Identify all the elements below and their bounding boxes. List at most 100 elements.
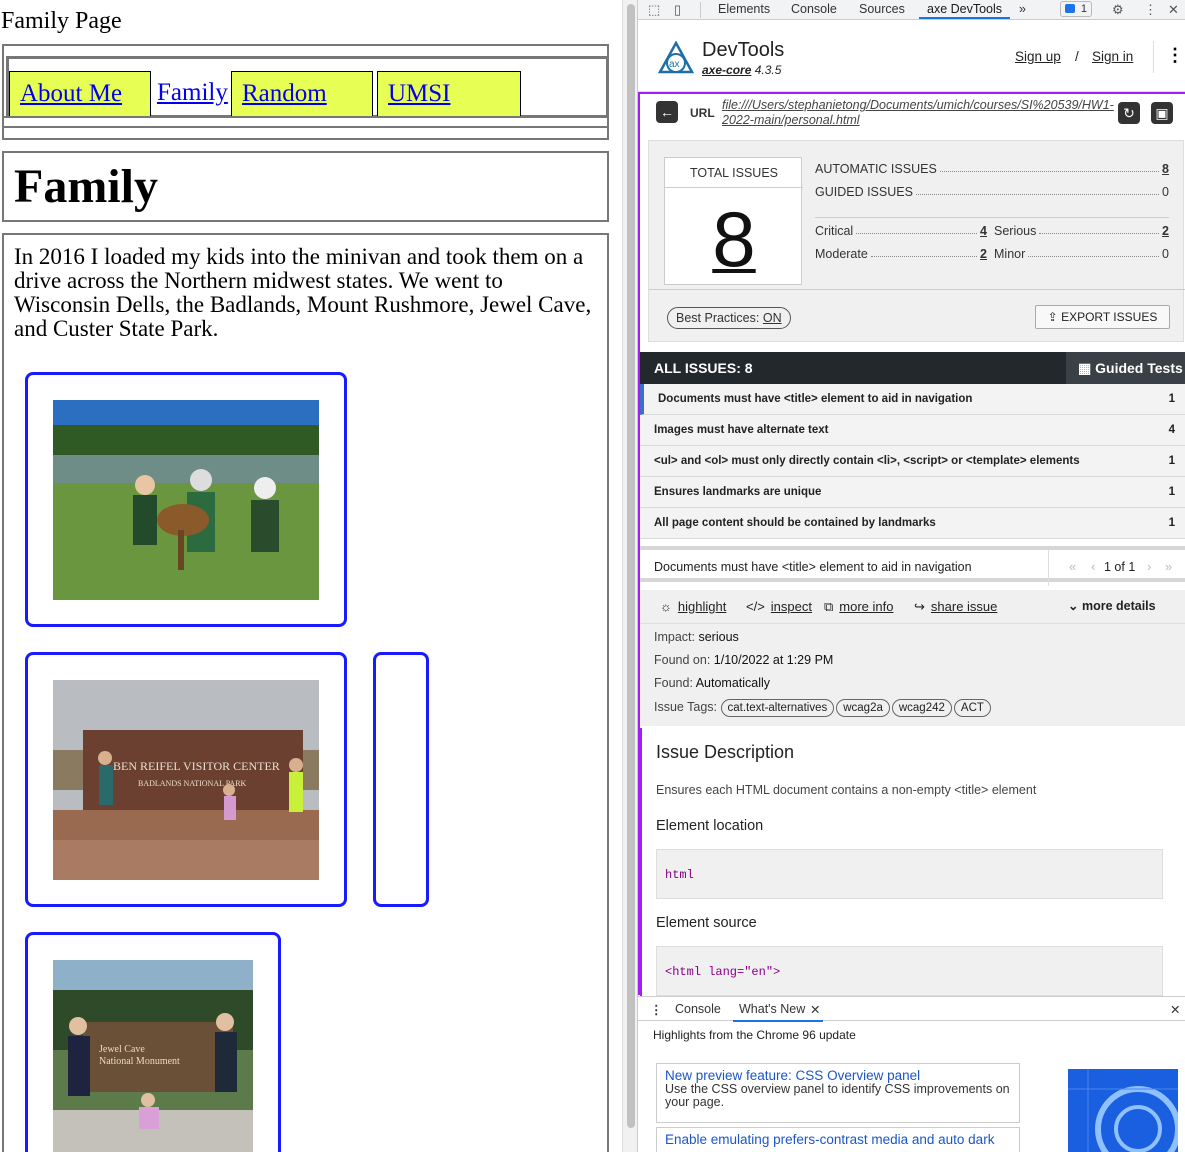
issue-count: 4 (1168, 424, 1175, 436)
nav-link-random[interactable]: Random (231, 71, 373, 117)
automatic-issues-label: AUTOMATIC ISSUES (815, 162, 937, 176)
axe-main-panel: ← URL file:///Users/stephanietong/Docume… (638, 92, 1185, 998)
issue-row[interactable]: Images must have alternate text 4 (640, 415, 1185, 446)
svg-text:ax: ax (669, 59, 680, 70)
issue-name: <ul> and <ol> must only directly contain… (654, 455, 1080, 467)
inspect-element-icon[interactable]: ⬚ (648, 2, 660, 18)
drawer-tab-whats-new[interactable]: What's New (732, 1002, 824, 1022)
tab-axe-devtools[interactable]: axe DevTools (918, 2, 1011, 19)
close-devtools-icon[interactable]: ✕ (1168, 2, 1179, 18)
prev-page-icon[interactable]: ‹ (1091, 559, 1095, 574)
svg-text:BEN REIFEL VISITOR CENTER: BEN REIFEL VISITOR CENTER (113, 759, 280, 773)
whats-new-card[interactable]: New preview feature: CSS Overview panel … (656, 1063, 1020, 1123)
svg-text:Jewel Cave: Jewel Cave (99, 1044, 145, 1055)
best-practices-toggle[interactable]: Best Practices: ON (667, 307, 791, 329)
more-info-button[interactable]: ⧉ more info (824, 599, 894, 615)
tab-console[interactable]: Console (791, 2, 837, 16)
axe-title: DevTools (702, 39, 785, 61)
scanned-url[interactable]: file:///Users/stephanietong/Documents/um… (722, 98, 1114, 128)
devtools-panel: ⬚ ▯ Elements Console Sources axe DevTool… (638, 0, 1185, 1152)
whats-new-card-desc: Use the CSS overview panel to identify C… (665, 1082, 1010, 1109)
drawer-menu-icon[interactable]: ⋮ (650, 1002, 663, 1017)
settings-gear-icon[interactable]: ⚙ (1112, 2, 1124, 18)
export-issues-label: EXPORT ISSUES (1061, 310, 1158, 324)
family-photo-lake (53, 400, 319, 600)
nav-divider (2, 116, 609, 128)
grid-icon: ▦ (1078, 360, 1092, 376)
issue-name: All page content should be contained by … (654, 517, 936, 529)
page-scrollbar[interactable] (622, 0, 638, 1152)
axe-core-link[interactable]: axe-core (702, 63, 751, 77)
issue-name: Documents must have <title> element to a… (658, 393, 973, 405)
scrollbar-thumb[interactable] (627, 4, 635, 1128)
nav-link-family[interactable]: Family (147, 71, 228, 117)
upload-icon: ⇪ (1047, 310, 1058, 324)
kebab-menu-icon[interactable]: ⋮ (1144, 2, 1157, 18)
share-issue-label: share issue (930, 599, 998, 614)
issue-count: 1 (1168, 517, 1175, 529)
issue-tags-label: Issue Tags: (654, 700, 718, 714)
serious-count[interactable]: 2 (1162, 224, 1169, 238)
found-row: Found: Automatically (654, 676, 770, 690)
critical-label: Critical (815, 224, 854, 238)
issue-row[interactable]: <ul> and <ol> must only directly contain… (640, 446, 1185, 477)
export-issues-button[interactable]: ⇪ EXPORT ISSUES (1035, 305, 1170, 329)
last-page-icon[interactable]: » (1165, 559, 1172, 574)
auth-separator: / (1075, 49, 1079, 64)
more-details-button[interactable]: ⌄ more details (1068, 598, 1156, 613)
issue-metadata: Impact: serious Found on: 1/10/2022 at 1… (640, 624, 1185, 726)
issue-detail-header: Documents must have <title> element to a… (640, 546, 1185, 586)
issue-row[interactable]: Documents must have <title> element to a… (640, 384, 1185, 415)
message-icon (1065, 4, 1075, 13)
back-arrow-icon[interactable]: ← (656, 101, 678, 123)
rescan-icon[interactable]: ↻ (1118, 102, 1140, 124)
whats-new-card[interactable]: Enable emulating prefers-contrast media … (656, 1127, 1020, 1152)
tab-sources[interactable]: Sources (859, 2, 905, 16)
site-title: Family Page (1, 8, 122, 34)
serious-row: Serious 2 (994, 224, 1169, 238)
nav-link-umsi[interactable]: UMSI (377, 71, 521, 117)
rendered-page: Family Page About Me Family Random UMSI … (0, 0, 622, 1152)
close-tab-icon[interactable]: ✕ (810, 1002, 820, 1017)
sign-up-link[interactable]: Sign up (1015, 49, 1061, 64)
guided-tests-button[interactable]: ▦ Guided Tests (1066, 352, 1185, 384)
issue-tag: ACT (953, 699, 991, 717)
save-icon[interactable]: ▣ (1151, 102, 1173, 124)
guided-issues-row: GUIDED ISSUES 0 (815, 185, 1169, 199)
tab-elements[interactable]: Elements (718, 2, 770, 16)
drawer-tab-console[interactable]: Console (675, 1002, 721, 1016)
url-label: URL (690, 106, 715, 120)
external-link-icon: ⧉ (824, 599, 834, 614)
total-issues-count[interactable]: 8 (665, 194, 803, 285)
all-issues-title: ALL ISSUES: 8 (654, 360, 753, 376)
moderate-count[interactable]: 2 (980, 247, 987, 261)
device-toolbar-icon[interactable]: ▯ (674, 2, 681, 18)
issue-row[interactable]: Ensures landmarks are unique 1 (640, 477, 1185, 508)
highlight-button[interactable]: ☼ highlight (660, 599, 726, 614)
next-page-icon[interactable]: › (1147, 559, 1151, 574)
critical-count[interactable]: 4 (980, 224, 987, 238)
issue-description-heading: Issue Description (656, 742, 795, 762)
nav-list: About Me Family Random UMSI (6, 56, 609, 118)
inspect-button[interactable]: </> inspect (746, 599, 812, 614)
impact-value: serious (698, 630, 739, 644)
axe-menu-icon[interactable]: ⋮ (1166, 45, 1184, 66)
nav-link-about[interactable]: About Me (9, 71, 151, 117)
more-details-label: more details (1081, 599, 1156, 613)
issue-pager: « ‹ 1 of 1 › » (1048, 550, 1185, 586)
automatic-issues-count[interactable]: 8 (1162, 162, 1169, 176)
issue-row[interactable]: All page content should be contained by … (640, 508, 1185, 539)
highlight-label: highlight (677, 599, 727, 614)
share-issue-button[interactable]: ↪ share issue (914, 599, 997, 615)
element-location-heading: Element location (656, 818, 764, 834)
close-drawer-icon[interactable]: ✕ (1170, 1002, 1180, 1017)
sign-in-link[interactable]: Sign in (1092, 49, 1133, 64)
impact-label: Impact: (654, 630, 695, 644)
issues-badge[interactable]: 1 (1060, 1, 1092, 17)
more-tabs-icon[interactable]: » (1019, 2, 1026, 16)
issue-tag: cat.text-alternatives (720, 699, 835, 717)
first-page-icon[interactable]: « (1069, 559, 1076, 574)
photo-card: BEN REIFEL VISITOR CENTER BADLANDS NATIO… (25, 652, 347, 907)
family-photo-jewel-cave: Jewel Cave National Monument (53, 960, 253, 1152)
more-info-label: more info (839, 599, 894, 614)
